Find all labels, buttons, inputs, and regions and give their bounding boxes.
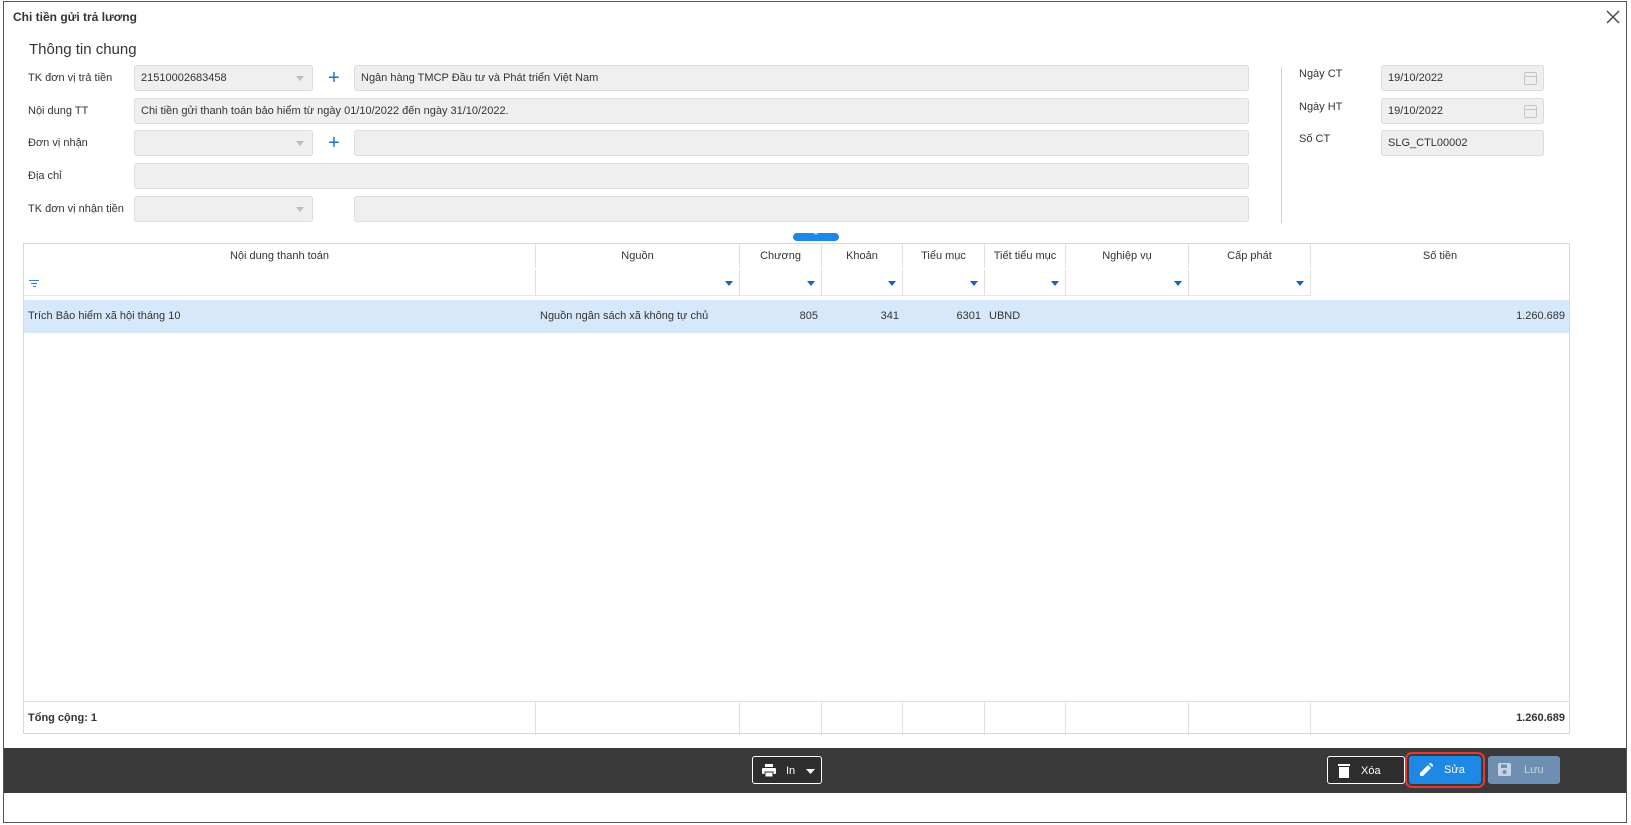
ngay-ht-field[interactable]: 19/10/2022 [1381, 98, 1544, 124]
chevron-down-icon [296, 207, 304, 212]
delete-button[interactable]: Xóa [1327, 756, 1405, 784]
ngay-ct-label: Ngày CT [1299, 68, 1343, 80]
pencil-icon [1420, 763, 1433, 776]
tk-don-vi-nhan-tien-label: TK đơn vị nhận tiền [28, 203, 124, 215]
cell-so-tien: 1.260.689 [1516, 310, 1565, 322]
dialog: Chi tiền gửi trả lương Thông tin chung T… [3, 1, 1627, 823]
calendar-icon[interactable] [1524, 105, 1537, 118]
caret-down-icon [806, 769, 815, 774]
cell-tiet-tieu-muc: UBND [989, 310, 1021, 322]
chevron-up-icon: ⌃ [812, 231, 820, 241]
filter-cell-noi-dung[interactable] [24, 270, 536, 296]
footer-divider [24, 702, 536, 735]
chevron-down-icon[interactable] [1296, 281, 1304, 286]
footer-divider [903, 702, 985, 735]
filter-icon[interactable] [29, 280, 39, 289]
filter-cell-khoan[interactable] [822, 270, 903, 296]
filter-cell-nguon[interactable] [536, 270, 740, 296]
section-title: Thông tin chung [29, 41, 137, 58]
chevron-down-icon[interactable] [888, 281, 896, 286]
edit-button[interactable]: Sửa [1405, 752, 1485, 788]
ngay-ht-value: 19/10/2022 [1388, 105, 1444, 117]
col-header-chuong[interactable]: Chương [740, 244, 822, 268]
calendar-icon[interactable] [1524, 72, 1537, 85]
filter-cell-cap-phat[interactable] [1189, 270, 1311, 296]
col-header-nghiep-vu[interactable]: Nghiệp vụ [1066, 244, 1189, 268]
col-header-khoan[interactable]: Khoản [822, 244, 903, 268]
cell-noi-dung: Trích Bảo hiểm xã hội tháng 10 [28, 310, 181, 322]
print-label: In [786, 765, 796, 777]
edit-label: Sửa [1444, 764, 1465, 776]
table-row[interactable]: Trích Bảo hiểm xã hội tháng 10 Nguồn ngâ… [24, 300, 1569, 333]
trash-icon [1338, 764, 1350, 778]
col-header-tiet-tieu-muc[interactable]: Tiết tiểu mục [985, 244, 1066, 268]
don-vi-nhan-name-field[interactable] [354, 130, 1249, 156]
tk-don-vi-nhan-tien-bank-field[interactable] [354, 196, 1249, 222]
printer-icon [762, 764, 776, 777]
save-button[interactable]: Lưu [1488, 756, 1560, 784]
footer-count: Tổng cộng: 1 [28, 712, 98, 724]
noi-dung-tt-field[interactable]: Chi tiền gửi thanh toán bảo hiểm từ ngày… [134, 98, 1249, 124]
filter-cell-tieu-muc[interactable] [903, 270, 985, 296]
action-bar: In Xóa Sửa Lưu [4, 748, 1626, 793]
chevron-down-icon[interactable] [725, 281, 733, 286]
collapse-toggle[interactable]: ⌃ [793, 231, 839, 241]
tk-don-vi-tra-tien-value: 21510002683458 [141, 72, 227, 84]
save-label: Lưu [1524, 764, 1544, 776]
col-header-nguon[interactable]: Nguồn [536, 244, 740, 268]
cell-khoan: 341 [880, 310, 899, 322]
filter-cell-tiet-tieu-muc[interactable] [985, 270, 1066, 296]
don-vi-nhan-label: Đơn vị nhận [28, 137, 88, 149]
filter-cell-chuong[interactable] [740, 270, 822, 296]
col-header-noi-dung[interactable]: Nội dung thanh toán [24, 244, 536, 268]
payment-grid: Nội dung thanh toán Nguồn Chương Khoản T… [23, 243, 1570, 735]
cell-nguon: Nguồn ngân sách xã không tự chủ [540, 310, 709, 322]
footer-divider [536, 702, 740, 735]
footer-divider [1189, 702, 1311, 735]
add-icon[interactable]: + [325, 68, 343, 88]
footer-divider [740, 702, 822, 735]
tk-don-vi-tra-tien-label: TK đơn vị trả tiền [28, 72, 113, 84]
chevron-down-icon[interactable] [970, 281, 978, 286]
add-icon[interactable]: + [325, 133, 343, 153]
chevron-down-icon[interactable] [1051, 281, 1059, 286]
noi-dung-tt-label: Nội dung TT [28, 105, 89, 117]
cell-cap-phat [1189, 300, 1311, 333]
filter-row [24, 268, 1569, 298]
close-icon[interactable] [1602, 6, 1624, 28]
dia-chi-label: Địa chỉ [28, 170, 62, 182]
dia-chi-field[interactable] [134, 163, 1249, 189]
ngay-ht-label: Ngày HT [1299, 101, 1343, 113]
so-ct-label: Số CT [1299, 133, 1331, 145]
chevron-down-icon [296, 141, 304, 146]
print-button[interactable]: In [752, 756, 822, 784]
so-ct-field[interactable]: SLG_CTL00002 [1381, 130, 1544, 156]
grid-footer: Tổng cộng: 1 1.260.689 [24, 701, 1569, 735]
ngay-ct-field[interactable]: 19/10/2022 [1381, 65, 1544, 91]
bank-name-field[interactable]: Ngân hàng TMCP Đầu tư và Phát triển Việt… [354, 65, 1249, 91]
dialog-title: Chi tiền gửi trả lương [13, 10, 137, 24]
delete-label: Xóa [1361, 765, 1381, 777]
cell-chuong: 805 [799, 310, 818, 322]
col-header-tieu-muc[interactable]: Tiểu mục [903, 244, 985, 268]
chevron-down-icon [296, 76, 304, 81]
footer-divider [1066, 702, 1189, 735]
footer-divider [822, 702, 903, 735]
cell-tieu-muc: 6301 [956, 310, 981, 322]
floppy-disk-icon [1498, 763, 1511, 776]
chevron-down-icon[interactable] [807, 281, 815, 286]
col-header-so-tien[interactable]: Số tiền [1311, 244, 1569, 268]
footer-divider [985, 702, 1066, 735]
don-vi-nhan-combo[interactable] [134, 130, 313, 156]
tk-don-vi-nhan-tien-combo[interactable] [134, 196, 313, 222]
chevron-down-icon[interactable] [1174, 281, 1182, 286]
footer-total: 1.260.689 [1516, 712, 1565, 724]
ngay-ct-value: 19/10/2022 [1388, 72, 1444, 84]
col-header-cap-phat[interactable]: Cấp phát [1189, 244, 1311, 268]
form-divider [1281, 67, 1282, 223]
tk-don-vi-tra-tien-combo[interactable]: 21510002683458 [134, 65, 313, 91]
cell-nghiep-vu [1066, 300, 1189, 333]
filter-cell-nghiep-vu[interactable] [1066, 270, 1189, 296]
